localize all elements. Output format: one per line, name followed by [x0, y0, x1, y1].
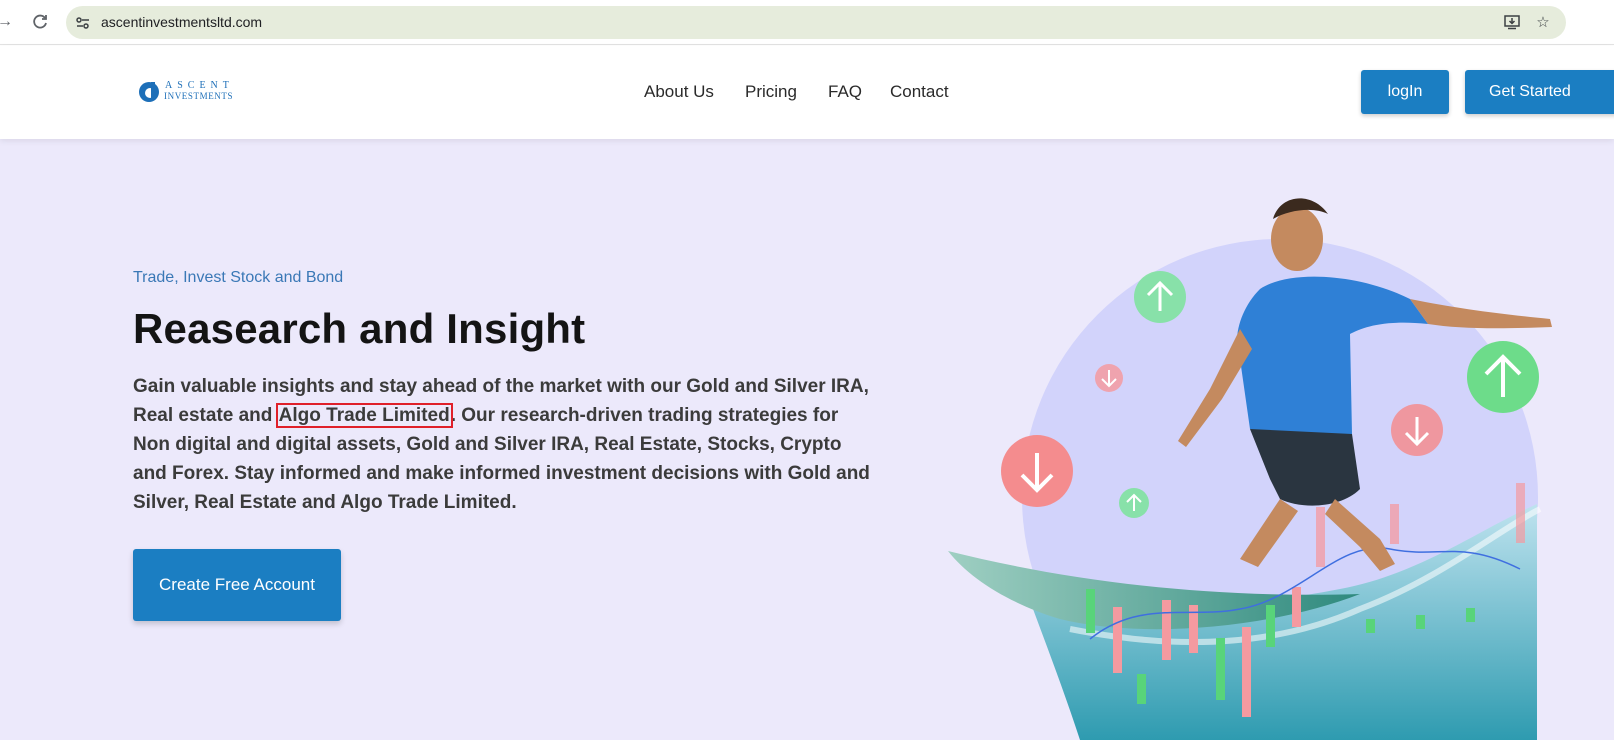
browser-toolbar: → ascentinvestmentsltd.com ☆	[0, 0, 1614, 45]
site-info-icon[interactable]	[74, 14, 92, 32]
site-header: ASCENT INVESTMENTS About Us Pricing FAQ …	[0, 46, 1614, 139]
login-button[interactable]: logIn	[1361, 70, 1449, 114]
bookmark-star-icon[interactable]: ☆	[1533, 13, 1553, 33]
hero-section: Trade, Invest Stock and Bond Reasearch a…	[0, 139, 1614, 740]
hero-headline: Reasearch and Insight	[133, 305, 586, 352]
nav-pricing[interactable]: Pricing	[745, 82, 797, 102]
url-text[interactable]: ascentinvestmentsltd.com	[101, 14, 262, 30]
nav-faq[interactable]: FAQ	[828, 82, 862, 102]
logo-word-investments: INVESTMENTS	[164, 91, 234, 101]
down-arrow-badge-small	[1095, 364, 1123, 392]
create-free-account-button[interactable]: Create Free Account	[133, 549, 341, 621]
hero-illustration	[948, 198, 1552, 740]
up-arrow-badge-right	[1467, 341, 1539, 413]
reload-icon[interactable]	[29, 11, 51, 33]
nav-contact[interactable]: Contact	[890, 82, 949, 102]
hero-description: Gain valuable insights and stay ahead of…	[133, 372, 873, 517]
up-arrow-badge-small	[1119, 488, 1149, 518]
hero-eyebrow: Trade, Invest Stock and Bond	[133, 269, 344, 286]
highlighted-algo-trade-limited: Algo Trade Limited	[275, 403, 453, 428]
down-arrow-badge-large	[1001, 435, 1073, 507]
forward-arrow-icon[interactable]: →	[0, 11, 16, 33]
install-app-icon[interactable]	[1502, 13, 1522, 33]
logo-word-ascent: ASCENT	[165, 80, 234, 91]
get-started-button[interactable]: Get Started	[1465, 70, 1614, 114]
logo-mark-icon	[139, 82, 159, 102]
address-bar[interactable]: ascentinvestmentsltd.com ☆	[66, 6, 1566, 39]
nav-about-us[interactable]: About Us	[644, 82, 714, 102]
up-arrow-badge-1	[1134, 271, 1186, 323]
ascent-logo[interactable]: ASCENT INVESTMENTS	[137, 80, 245, 104]
down-arrow-badge-right	[1391, 404, 1443, 456]
